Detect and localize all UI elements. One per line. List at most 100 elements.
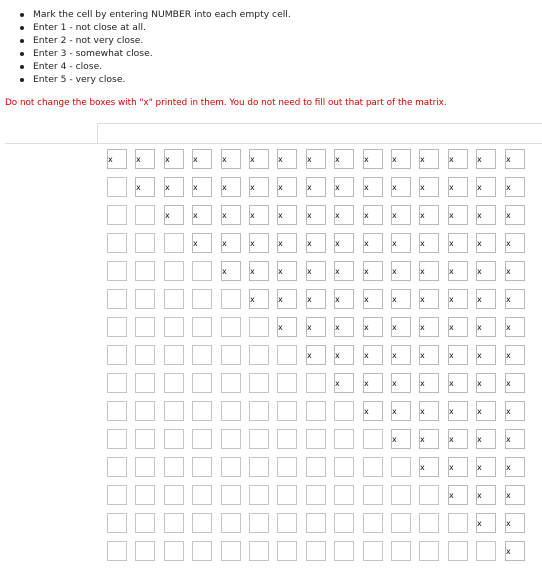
matrix-cell-filled[interactable]: [505, 541, 525, 561]
matrix-cell-filled[interactable]: [277, 149, 297, 169]
matrix-cell-input[interactable]: [192, 317, 212, 337]
matrix-cell-input[interactable]: [107, 485, 127, 505]
matrix-cell-filled[interactable]: [221, 233, 241, 253]
matrix-cell-filled[interactable]: [419, 205, 439, 225]
matrix-cell-filled[interactable]: [306, 205, 326, 225]
matrix-cell-filled[interactable]: [192, 205, 212, 225]
matrix-cell-filled[interactable]: [391, 149, 411, 169]
matrix-cell-input[interactable]: [107, 317, 127, 337]
matrix-cell-filled[interactable]: [334, 205, 354, 225]
matrix-cell-filled[interactable]: [476, 233, 496, 253]
matrix-cell-input[interactable]: [249, 485, 269, 505]
matrix-cell-filled[interactable]: [334, 233, 354, 253]
matrix-cell-input[interactable]: [249, 401, 269, 421]
matrix-cell-input[interactable]: [135, 261, 155, 281]
matrix-cell-filled[interactable]: [277, 289, 297, 309]
matrix-cell-input[interactable]: [107, 373, 127, 393]
matrix-cell-filled[interactable]: [505, 289, 525, 309]
matrix-cell-input[interactable]: [107, 261, 127, 281]
matrix-cell-input[interactable]: [221, 513, 241, 533]
matrix-cell-filled[interactable]: [476, 513, 496, 533]
matrix-cell-filled[interactable]: [476, 429, 496, 449]
matrix-cell-input[interactable]: [135, 205, 155, 225]
matrix-cell-input[interactable]: [249, 373, 269, 393]
matrix-cell-filled[interactable]: [363, 345, 383, 365]
matrix-cell-filled[interactable]: [448, 429, 468, 449]
matrix-cell-filled[interactable]: [164, 205, 184, 225]
matrix-cell-input[interactable]: [419, 513, 439, 533]
matrix-cell-filled[interactable]: [306, 289, 326, 309]
matrix-cell-input[interactable]: [334, 401, 354, 421]
matrix-cell-input[interactable]: [135, 289, 155, 309]
matrix-cell-input[interactable]: [107, 345, 127, 365]
matrix-cell-filled[interactable]: [391, 205, 411, 225]
matrix-cell-filled[interactable]: [391, 289, 411, 309]
matrix-cell-input[interactable]: [476, 541, 496, 561]
matrix-cell-filled[interactable]: [363, 401, 383, 421]
matrix-cell-filled[interactable]: [277, 233, 297, 253]
matrix-cell-filled[interactable]: [363, 233, 383, 253]
matrix-cell-input[interactable]: [306, 373, 326, 393]
matrix-cell-input[interactable]: [135, 485, 155, 505]
matrix-cell-input[interactable]: [164, 513, 184, 533]
matrix-cell-filled[interactable]: [505, 205, 525, 225]
matrix-cell-input[interactable]: [306, 457, 326, 477]
matrix-cell-filled[interactable]: [334, 149, 354, 169]
matrix-cell-input[interactable]: [334, 457, 354, 477]
matrix-cell-filled[interactable]: [448, 401, 468, 421]
matrix-cell-input[interactable]: [164, 429, 184, 449]
matrix-cell-filled[interactable]: [505, 149, 525, 169]
matrix-cell-filled[interactable]: [249, 205, 269, 225]
matrix-cell-input[interactable]: [164, 373, 184, 393]
matrix-cell-filled[interactable]: [505, 345, 525, 365]
matrix-cell-input[interactable]: [192, 289, 212, 309]
matrix-cell-filled[interactable]: [334, 345, 354, 365]
matrix-cell-input[interactable]: [249, 345, 269, 365]
matrix-cell-input[interactable]: [107, 429, 127, 449]
matrix-cell-filled[interactable]: [363, 205, 383, 225]
matrix-cell-input[interactable]: [164, 541, 184, 561]
matrix-cell-input[interactable]: [221, 429, 241, 449]
matrix-cell-input[interactable]: [277, 457, 297, 477]
matrix-cell-input[interactable]: [249, 457, 269, 477]
matrix-cell-filled[interactable]: [306, 345, 326, 365]
matrix-cell-input[interactable]: [164, 457, 184, 477]
matrix-cell-input[interactable]: [363, 541, 383, 561]
matrix-cell-filled[interactable]: [505, 457, 525, 477]
matrix-cell-input[interactable]: [249, 513, 269, 533]
matrix-cell-filled[interactable]: [192, 233, 212, 253]
matrix-cell-filled[interactable]: [419, 429, 439, 449]
matrix-cell-input[interactable]: [249, 317, 269, 337]
matrix-cell-input[interactable]: [448, 541, 468, 561]
matrix-cell-filled[interactable]: [249, 289, 269, 309]
matrix-cell-input[interactable]: [107, 513, 127, 533]
matrix-cell-filled[interactable]: [391, 317, 411, 337]
matrix-cell-filled[interactable]: [419, 373, 439, 393]
matrix-cell-filled[interactable]: [476, 205, 496, 225]
matrix-cell-filled[interactable]: [419, 457, 439, 477]
matrix-cell-filled[interactable]: [306, 261, 326, 281]
matrix-cell-filled[interactable]: [249, 233, 269, 253]
matrix-cell-input[interactable]: [192, 261, 212, 281]
matrix-cell-filled[interactable]: [419, 177, 439, 197]
matrix-cell-input[interactable]: [306, 513, 326, 533]
matrix-cell-filled[interactable]: [505, 485, 525, 505]
matrix-cell-input[interactable]: [135, 457, 155, 477]
matrix-cell-input[interactable]: [334, 513, 354, 533]
matrix-cell-input[interactable]: [363, 485, 383, 505]
matrix-cell-filled[interactable]: [419, 317, 439, 337]
matrix-cell-input[interactable]: [164, 261, 184, 281]
matrix-cell-filled[interactable]: [505, 429, 525, 449]
matrix-cell-filled[interactable]: [448, 373, 468, 393]
matrix-cell-input[interactable]: [277, 513, 297, 533]
matrix-cell-filled[interactable]: [419, 401, 439, 421]
matrix-cell-input[interactable]: [135, 541, 155, 561]
matrix-cell-filled[interactable]: [221, 177, 241, 197]
matrix-cell-filled[interactable]: [391, 261, 411, 281]
matrix-cell-input[interactable]: [277, 485, 297, 505]
matrix-cell-input[interactable]: [192, 457, 212, 477]
matrix-cell-filled[interactable]: [334, 177, 354, 197]
matrix-cell-filled[interactable]: [476, 177, 496, 197]
matrix-cell-input[interactable]: [363, 457, 383, 477]
matrix-cell-filled[interactable]: [505, 401, 525, 421]
